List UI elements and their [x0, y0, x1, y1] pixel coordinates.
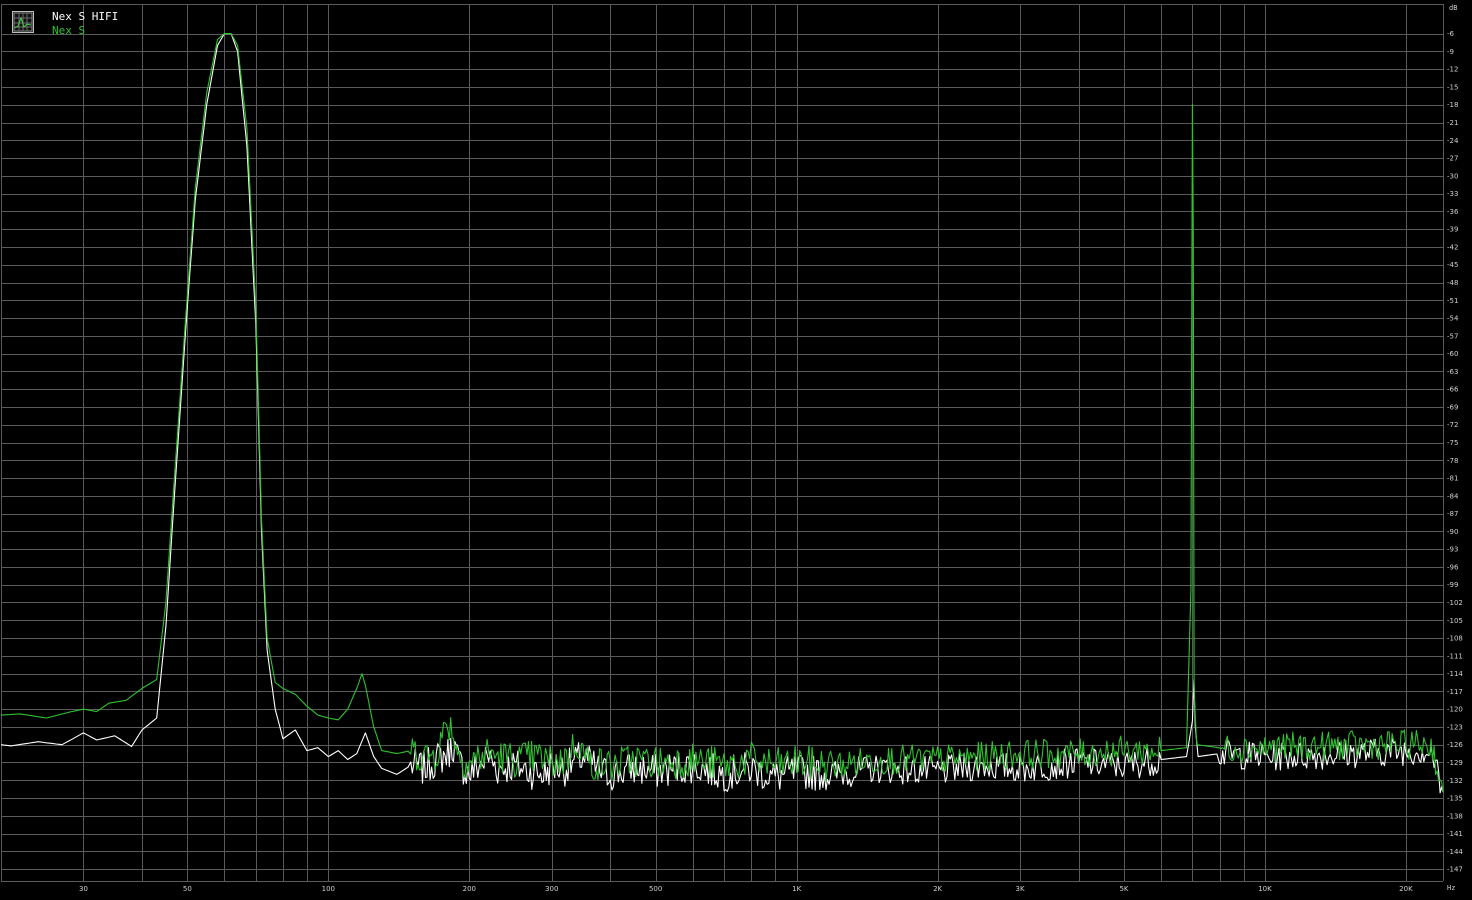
- y-tick-label: -117: [1447, 688, 1463, 696]
- y-tick-label: -9: [1447, 48, 1454, 56]
- x-tick-label: 200: [463, 885, 476, 893]
- x-tick-label: 30: [79, 885, 88, 893]
- y-tick-label: -30: [1447, 172, 1458, 180]
- y-tick-label: -54: [1447, 315, 1459, 323]
- y-tick-label: -108: [1447, 635, 1463, 643]
- legend-entries: Nex S HIFI Nex S: [52, 10, 118, 38]
- y-tick-label: -84: [1447, 492, 1459, 500]
- y-tick-label: -69: [1447, 403, 1458, 411]
- y-tick-label: -24: [1447, 137, 1459, 145]
- y-tick-label: -90: [1447, 528, 1458, 536]
- y-tick-label: -63: [1447, 368, 1458, 376]
- y-tick-label: -36: [1447, 208, 1459, 216]
- chart-background: [0, 0, 1472, 900]
- y-tick-label: -99: [1447, 581, 1458, 589]
- y-tick-label: -12: [1447, 66, 1458, 74]
- y-tick-label: -141: [1447, 830, 1463, 838]
- y-tick-label: -33: [1447, 190, 1458, 198]
- x-tick-label: 1K: [792, 885, 801, 893]
- x-axis-unit-label: Hz: [1447, 884, 1455, 892]
- x-tick-label: 10K: [1258, 885, 1272, 893]
- x-tick-label: 50: [183, 885, 192, 893]
- y-tick-label: -132: [1447, 777, 1463, 785]
- legend-entry-series-2: Nex S: [52, 24, 86, 37]
- y-tick-label: -135: [1447, 795, 1463, 803]
- y-tick-label: -6: [1447, 30, 1455, 38]
- x-tick-label: 5K: [1119, 885, 1128, 893]
- y-tick-label: -72: [1447, 421, 1458, 429]
- y-tick-label: -105: [1447, 617, 1463, 625]
- y-tick-label: -15: [1447, 83, 1458, 91]
- legend-entry-series-1: Nex S HIFI: [52, 10, 119, 23]
- x-tick-label: 100: [322, 885, 335, 893]
- y-tick-label: -93: [1447, 546, 1458, 554]
- y-tick-label: -147: [1447, 866, 1463, 874]
- y-tick-label: -48: [1447, 279, 1458, 287]
- y-tick-label: -138: [1447, 812, 1463, 820]
- y-tick-label: -102: [1447, 599, 1463, 607]
- y-tick-label: -42: [1447, 243, 1458, 251]
- x-tick-label: 3K: [1016, 885, 1025, 893]
- y-tick-label: -120: [1447, 706, 1463, 714]
- spectrum-analyzer-view: -6 -9 -12 -15 -18 -21 -24 -27 -30 -33 -36 -39 -42 -45…: [0, 0, 1472, 900]
- x-tick-label: 2K: [933, 885, 942, 893]
- y-tick-label: -81: [1447, 475, 1458, 483]
- x-tick-label: 20K: [1399, 885, 1413, 893]
- y-tick-label: -18: [1447, 101, 1458, 109]
- y-tick-label: -144: [1447, 848, 1463, 856]
- y-tick-label: -87: [1447, 510, 1458, 518]
- y-tick-label: -96: [1447, 563, 1459, 571]
- x-tick-label: 500: [649, 885, 662, 893]
- y-tick-label: -21: [1447, 119, 1458, 127]
- spectrum-chart: -6 -9 -12 -15 -18 -21 -24 -27 -30 -33 -36 -39 -42 -45…: [0, 0, 1472, 900]
- y-tick-label: -75: [1447, 439, 1458, 447]
- y-tick-label: -126: [1447, 741, 1463, 749]
- y-tick-label: -123: [1447, 723, 1463, 731]
- y-tick-label: -129: [1447, 759, 1463, 767]
- y-tick-label: -111: [1447, 652, 1463, 660]
- y-tick-label: -27: [1447, 155, 1458, 163]
- y-tick-label: -57: [1447, 332, 1458, 340]
- y-tick-label: -39: [1447, 226, 1458, 234]
- y-tick-label: -60: [1447, 350, 1458, 358]
- y-tick-label: -45: [1447, 261, 1458, 269]
- y-tick-label: -114: [1447, 670, 1463, 678]
- y-axis-unit-label: dB: [1449, 4, 1457, 12]
- chart-grid-icon[interactable]: [12, 11, 34, 33]
- y-tick-label: -66: [1447, 386, 1459, 394]
- y-tick-label: -51: [1447, 297, 1458, 305]
- y-tick-label: -78: [1447, 457, 1458, 465]
- x-tick-label: 300: [545, 885, 558, 893]
